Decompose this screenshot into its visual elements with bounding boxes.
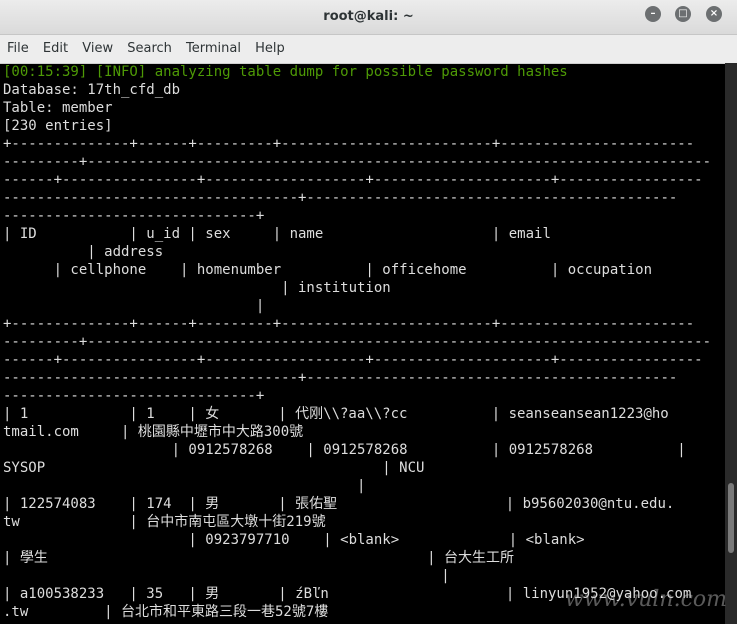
menu-edit[interactable]: Edit [38, 35, 73, 63]
terminal-line: ------+----------------+----------------… [3, 352, 703, 368]
menu-help[interactable]: Help [250, 35, 290, 63]
terminal-line: | 0923797710 | <blank> | <blank> [3, 532, 585, 548]
terminal-line: [230 entries] [3, 118, 113, 134]
terminal-line: | [3, 568, 450, 584]
minimize-icon[interactable]: – [645, 6, 661, 22]
scrollbar-thumb[interactable] [728, 483, 734, 553]
menu-bar: File Edit View Search Terminal Help [0, 35, 737, 64]
terminal-line: | 0912578268 | 0912578268 | 0912578268 | [3, 442, 686, 458]
terminal-line: Table: member [3, 100, 113, 116]
menu-view[interactable]: View [77, 35, 118, 63]
terminal-line: | address [3, 244, 164, 260]
terminal-line: | [3, 478, 366, 494]
terminal-line: ------------------------------+ [3, 208, 265, 224]
terminal-line: -----------------------------------+----… [3, 190, 678, 206]
terminal-line: SYSOP | NCU [3, 460, 425, 476]
terminal-line: ------+----------------+----------------… [3, 172, 703, 188]
watermark: www.vuln.com [564, 587, 727, 612]
menu-file[interactable]: File [0, 35, 34, 63]
terminal-line: | 1 | 1 | 女 | 代刚\\?aa\\?cc | seanseansea… [3, 406, 669, 422]
terminal-line: ---------+------------------------------… [3, 154, 712, 170]
terminal-line: | 122574083 | 174 | 男 | 張佑聖 | b95602030@… [3, 496, 675, 512]
terminal-line: tw | 台中市南屯區大墩十街219號 [3, 514, 326, 530]
terminal-line: | cellphone | homenumber | officehome | … [3, 262, 653, 278]
menu-search[interactable]: Search [122, 35, 177, 63]
scrollbar[interactable] [725, 63, 737, 624]
close-icon[interactable]: × [706, 6, 722, 22]
terminal-line: +--------------+------+---------+-------… [3, 316, 695, 332]
terminal-line: tmail.com | 桃園縣中壢市中大路300號 [3, 424, 304, 440]
menu-terminal[interactable]: Terminal [181, 35, 246, 63]
terminal-line: | ID | u_id | sex | name | email [3, 226, 551, 242]
terminal-line: Database: 17th_cfd_db [3, 82, 181, 98]
terminal-line: ------------------------------+ [3, 388, 265, 404]
terminal-line: | 學生 | 台大生工所 [3, 550, 515, 566]
title-bar[interactable]: root@kali: ~ – □ × [0, 0, 737, 35]
terminal-output[interactable]: [00:15:39] [INFO] analyzing table dump f… [0, 63, 725, 624]
terminal-line: -----------------------------------+----… [3, 370, 678, 386]
maximize-icon[interactable]: □ [675, 6, 691, 22]
terminal-line: | [3, 298, 265, 314]
terminal-line: +--------------+------+---------+-------… [3, 136, 695, 152]
terminal-line: [00:15:39] [INFO] analyzing table dump f… [3, 64, 568, 80]
terminal-window: root@kali: ~ – □ × File Edit View Search… [0, 0, 737, 624]
window-title: root@kali: ~ [323, 9, 414, 24]
terminal-line: | institution [3, 280, 391, 296]
terminal-line: ---------+------------------------------… [3, 334, 712, 350]
